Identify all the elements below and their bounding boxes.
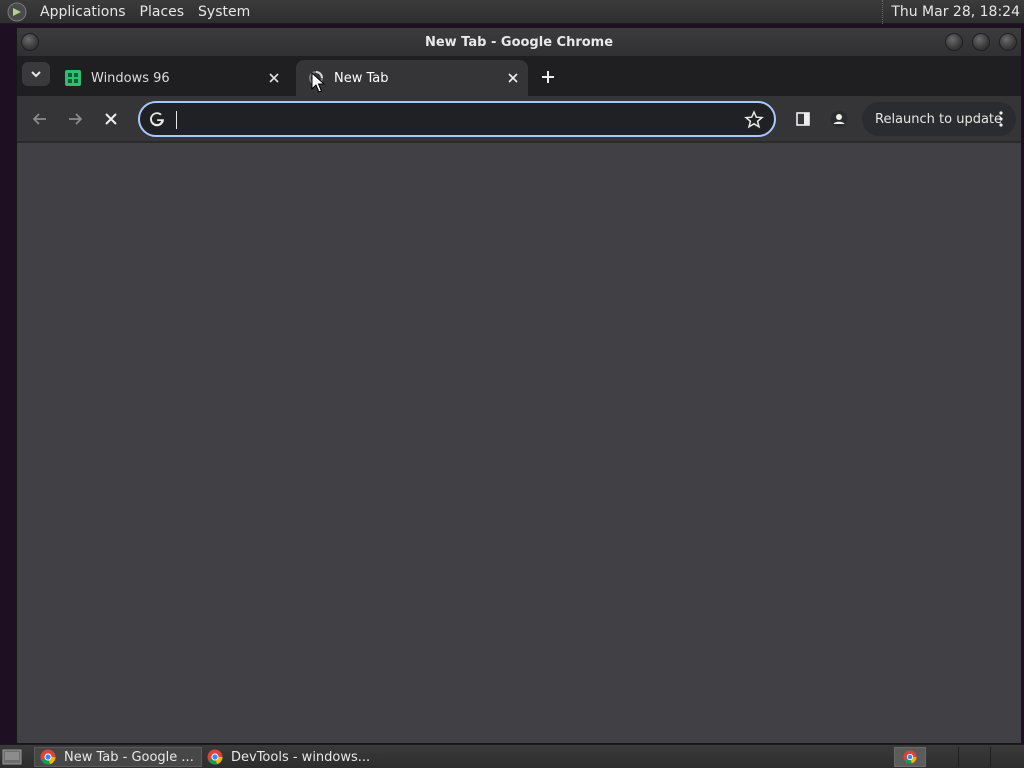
taskbar-item-label: New Tab - Google ... (64, 749, 194, 765)
bottom-taskbar: New Tab - Google ... DevTools - windows.… (0, 744, 1024, 768)
tab-windows-96[interactable]: Windows 96 (53, 60, 289, 96)
address-input[interactable] (174, 107, 734, 131)
tab-strip: Windows 96 New Tab (17, 56, 1021, 96)
browser-toolbar: Relaunch to update (17, 96, 1021, 142)
omnibox[interactable] (138, 101, 776, 137)
relaunch-to-update-button[interactable]: Relaunch to update (862, 102, 1016, 136)
stop-icon (105, 113, 117, 125)
taskbar-item-label: DevTools - windows... (231, 749, 371, 765)
page-content[interactable] (17, 143, 1021, 743)
tab-close-button[interactable] (504, 69, 522, 87)
chrome-icon (207, 749, 223, 765)
desktop-background (0, 24, 16, 744)
tab-title: Windows 96 (91, 70, 170, 86)
maximize-button[interactable] (972, 33, 990, 51)
forward-button[interactable] (64, 108, 86, 130)
panel-clock[interactable]: Thu Mar 28, 18:24 (882, 0, 1024, 24)
close-icon (269, 73, 279, 83)
top-panel: Applications Places System Thu Mar 28, 1… (0, 0, 1024, 24)
chrome-icon (903, 750, 917, 764)
distro-logo-icon[interactable] (7, 2, 27, 22)
side-panel-icon (796, 112, 810, 126)
bookmark-star-icon[interactable] (744, 110, 764, 130)
applications-menu[interactable]: Applications (33, 0, 133, 24)
tab-new-tab[interactable]: New Tab (296, 60, 528, 96)
mouse-cursor-icon (311, 72, 325, 93)
system-menu[interactable]: System (191, 0, 257, 24)
workspace-1[interactable] (894, 747, 926, 767)
more-vert-icon (999, 111, 1003, 127)
chevron-down-icon (31, 71, 41, 78)
arrow-right-icon (69, 113, 82, 125)
places-menu[interactable]: Places (133, 0, 192, 24)
text-caret (176, 111, 177, 129)
window-titlebar[interactable]: New Tab - Google Chrome (17, 28, 1021, 56)
chrome-window: New Tab - Google Chrome Windows 96 New T… (16, 27, 1022, 743)
relaunch-label: Relaunch to update (875, 111, 1003, 127)
tab-close-button[interactable] (265, 69, 283, 87)
arrow-left-icon (33, 113, 46, 125)
window-title: New Tab - Google Chrome (424, 34, 614, 50)
new-tab-button[interactable] (537, 66, 559, 88)
stop-loading-button[interactable] (100, 108, 122, 130)
workspace-separator (990, 747, 991, 767)
minimize-button[interactable] (945, 33, 963, 51)
chrome-icon (40, 749, 56, 765)
profile-button[interactable] (828, 108, 850, 130)
plus-icon (542, 71, 554, 83)
window-menu-button[interactable] (21, 33, 39, 51)
avatar-icon (830, 110, 848, 128)
show-desktop-icon[interactable] (2, 748, 22, 766)
side-panel-button[interactable] (792, 108, 814, 130)
google-g-icon (148, 110, 166, 128)
windows96-icon (65, 70, 81, 86)
close-window-button[interactable] (999, 33, 1017, 51)
close-icon (508, 73, 518, 83)
taskbar-item-devtools[interactable]: DevTools - windows... (202, 747, 382, 767)
taskbar-item-chrome-new-tab[interactable]: New Tab - Google ... (34, 747, 202, 767)
workspace-separator (958, 747, 959, 767)
tab-title: New Tab (334, 70, 389, 86)
back-button[interactable] (29, 108, 51, 130)
tab-search-button[interactable] (22, 62, 50, 86)
